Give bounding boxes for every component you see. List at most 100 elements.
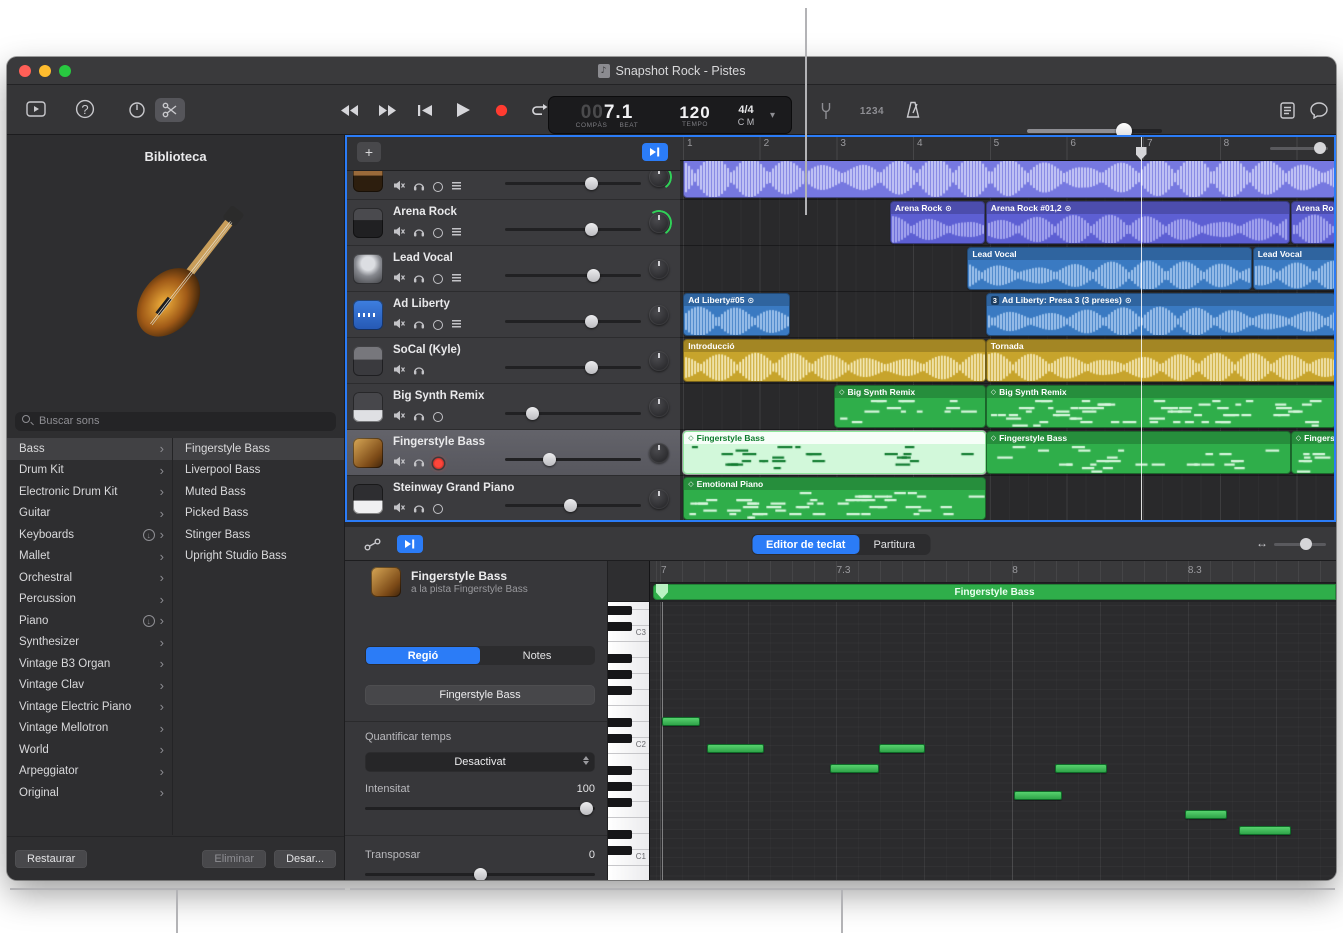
solo-headphones-icon[interactable] xyxy=(413,500,425,518)
timeline-zoom-slider[interactable] xyxy=(1270,143,1328,153)
track-volume-knob[interactable] xyxy=(585,223,598,236)
track-header-fingerstyle-bass[interactable]: Fingerstyle Bass xyxy=(345,430,680,476)
library-patch-fingerstyle-bass[interactable]: Fingerstyle Bass xyxy=(173,438,344,460)
stack-icon[interactable] xyxy=(451,224,462,242)
input-monitor-icon[interactable] xyxy=(433,182,443,192)
patch-connector-icon[interactable] xyxy=(359,535,385,553)
region-untitled[interactable] xyxy=(683,155,1336,198)
track-volume-knob[interactable] xyxy=(564,499,577,512)
track-pan-knob[interactable] xyxy=(649,489,669,509)
region-big-synth-remix[interactable]: ◇Big Synth Remix xyxy=(834,385,986,428)
track-volume-knob[interactable] xyxy=(526,407,539,420)
save-button[interactable]: Desar... xyxy=(274,850,336,868)
library-category-original[interactable]: Original› xyxy=(7,782,172,804)
track-volume-slider[interactable] xyxy=(505,366,641,369)
piano-black-key[interactable] xyxy=(608,670,632,679)
piano-black-key[interactable] xyxy=(608,654,632,663)
solo-headphones-icon[interactable] xyxy=(413,224,425,242)
library-patch-stinger-bass[interactable]: Stinger Bass xyxy=(173,524,344,546)
transport-record-button[interactable] xyxy=(489,100,513,120)
transport-forward-button[interactable] xyxy=(375,100,399,120)
piano-black-key[interactable] xyxy=(608,766,632,775)
velocity-slider[interactable] xyxy=(365,807,595,810)
minimize-button[interactable] xyxy=(39,65,51,77)
track-pan-knob[interactable] xyxy=(649,305,669,325)
region-name-button[interactable]: Fingerstyle Bass xyxy=(365,685,595,705)
solo-headphones-icon[interactable] xyxy=(413,362,425,380)
library-category-vintage-mellotron[interactable]: Vintage Mellotron› xyxy=(7,718,172,740)
track-volume-slider[interactable] xyxy=(505,274,641,277)
region-emotional-piano[interactable]: ◇Emotional Piano xyxy=(683,477,985,520)
stack-icon[interactable] xyxy=(451,270,462,288)
library-category-arpeggiator[interactable]: Arpeggiator› xyxy=(7,761,172,783)
track-header-ad-liberty[interactable]: Ad Liberty xyxy=(345,292,680,338)
zoom-button[interactable] xyxy=(59,65,71,77)
region-ad-liberty-presa-3-3-preses-[interactable]: 3Ad Liberty: Presa 3 (3 preses)⊙ xyxy=(986,293,1336,336)
input-monitor-icon[interactable] xyxy=(433,274,443,284)
track-volume-slider[interactable] xyxy=(505,182,641,185)
region-tornada[interactable]: Tornada xyxy=(986,339,1336,382)
region-arena-ro[interactable]: Arena Ro xyxy=(1291,201,1336,244)
mute-icon[interactable] xyxy=(393,224,405,242)
media-browser-button[interactable] xyxy=(21,97,51,121)
metronome-button[interactable] xyxy=(901,99,925,121)
region-arena-rock-01-2[interactable]: Arena Rock #01,2⊙ xyxy=(986,201,1290,244)
piano-black-key[interactable] xyxy=(608,718,632,727)
transport-rewind-button[interactable] xyxy=(337,100,361,120)
smart-controls-button[interactable] xyxy=(125,99,149,121)
library-patch-upright-studio-bass[interactable]: Upright Studio Bass xyxy=(173,546,344,568)
library-category-mallet[interactable]: Mallet› xyxy=(7,546,172,568)
track-volume-knob[interactable] xyxy=(585,177,598,190)
solo-headphones-icon[interactable] xyxy=(413,316,425,334)
piano-black-key[interactable] xyxy=(608,798,632,807)
library-category-electronic-drum-kit[interactable]: Electronic Drum Kit› xyxy=(7,481,172,503)
editor-catch-playhead-button[interactable] xyxy=(397,535,423,553)
mute-icon[interactable] xyxy=(393,454,405,472)
midi-note[interactable] xyxy=(707,744,764,753)
track-volume-knob[interactable] xyxy=(585,315,598,328)
region-fingers[interactable]: ◇Fingers xyxy=(1291,431,1336,474)
midi-note[interactable] xyxy=(879,744,925,753)
midi-note[interactable] xyxy=(662,717,700,726)
stack-icon[interactable] xyxy=(451,178,462,196)
piano-white-key[interactable] xyxy=(608,866,649,880)
region-lead-vocal[interactable]: Lead Vocal xyxy=(1253,247,1336,290)
track-volume-slider[interactable] xyxy=(505,320,641,323)
editor-zoom-knob[interactable] xyxy=(1300,538,1312,550)
transport-go-to-beginning-button[interactable] xyxy=(413,100,437,120)
mute-icon[interactable] xyxy=(393,362,405,380)
lcd-chevron-icon[interactable]: ▾ xyxy=(770,110,775,121)
region-arena-rock[interactable]: Arena Rock⊙ xyxy=(890,201,985,244)
tuner-fork-icon[interactable] xyxy=(815,100,837,122)
piano-black-key[interactable] xyxy=(608,830,632,839)
segment-region[interactable]: Regió xyxy=(366,647,480,664)
solo-headphones-icon[interactable] xyxy=(413,408,425,426)
midi-note[interactable] xyxy=(1055,764,1107,773)
tab-score[interactable]: Partitura xyxy=(859,535,929,554)
master-volume-slider[interactable] xyxy=(1027,129,1162,133)
piano-roll-region-bar[interactable]: Fingerstyle Bass xyxy=(653,584,1336,600)
track-volume-knob[interactable] xyxy=(587,269,600,282)
library-category-bass[interactable]: Bass› xyxy=(7,438,172,460)
input-monitor-icon[interactable] xyxy=(433,228,443,238)
library-patch-picked-bass[interactable]: Picked Bass xyxy=(173,503,344,525)
track-header-socal-kyle-[interactable]: SoCal (Kyle) xyxy=(345,338,680,384)
midi-note[interactable] xyxy=(1239,826,1291,835)
catch-playhead-button[interactable] xyxy=(642,143,668,161)
library-category-vintage-clav[interactable]: Vintage Clav› xyxy=(7,675,172,697)
track-volume-slider[interactable] xyxy=(505,228,641,231)
track-volume-slider[interactable] xyxy=(505,504,641,507)
timeline-zoom-knob[interactable] xyxy=(1314,142,1326,154)
midi-note[interactable] xyxy=(1185,810,1227,819)
midi-note[interactable] xyxy=(830,764,879,773)
tab-keyboard-editor[interactable]: Editor de teclat xyxy=(752,535,859,554)
segment-notes[interactable]: Notes xyxy=(480,647,594,664)
quick-help-button[interactable] xyxy=(1307,99,1331,121)
piano-roll-ruler[interactable]: 77.388.3 xyxy=(650,561,1336,583)
region-big-synth-remix[interactable]: ◇Big Synth Remix xyxy=(986,385,1336,428)
region-fingerstyle-bass[interactable]: ◇Fingerstyle Bass xyxy=(683,431,985,474)
library-category-percussion[interactable]: Percussion› xyxy=(7,589,172,611)
mute-icon[interactable] xyxy=(393,316,405,334)
library-category-keyboards[interactable]: Keyboards↓› xyxy=(7,524,172,546)
piano-roll-grid[interactable] xyxy=(650,602,1336,880)
